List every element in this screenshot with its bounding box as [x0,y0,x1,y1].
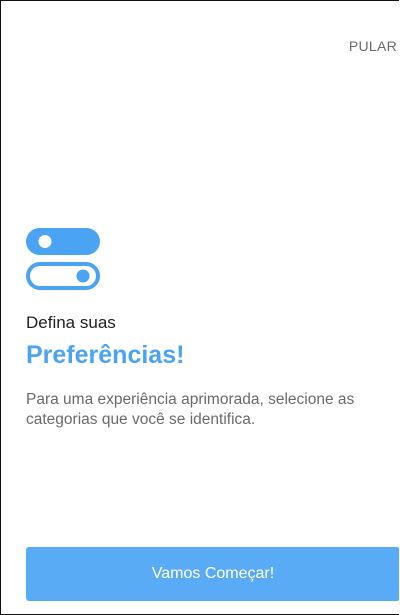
subtitle: Defina suas [26,313,116,332]
page-title: Preferências! [26,341,185,369]
description-text: Para uma experiência aprimorada, selecio… [26,391,355,428]
skip-button[interactable]: PULAR [349,38,397,54]
toggle-switches-icon [26,228,100,290]
start-button[interactable]: Vamos Começar! [26,547,399,601]
onboarding-screen: PULAR Defina suas Preferências! Para uma… [0,0,399,615]
